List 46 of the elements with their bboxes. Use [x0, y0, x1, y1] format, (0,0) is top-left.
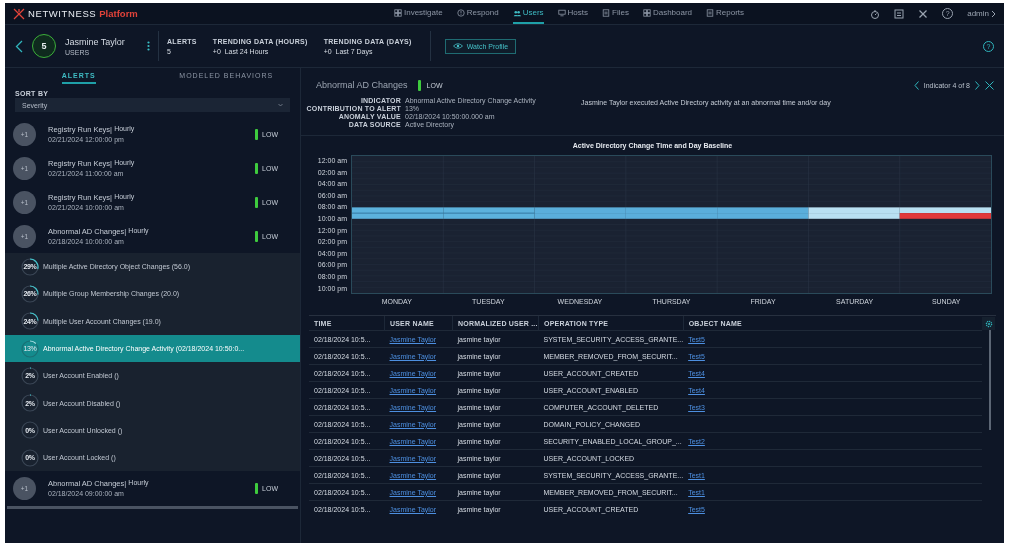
list-icon[interactable] [894, 8, 905, 19]
nav-tab[interactable]: Investigate [393, 3, 443, 24]
nav-tab[interactable]: Hosts [557, 3, 589, 24]
severity-bar [255, 230, 259, 242]
panel-title: Abnormal AD Changes [316, 80, 408, 90]
eye-icon [452, 43, 463, 49]
document-icon [706, 8, 715, 17]
alert-icon [456, 8, 465, 17]
score-badge: 5 [32, 34, 56, 58]
progress-ring [20, 338, 40, 359]
nav-tab[interactable]: Reports [706, 3, 745, 24]
grid-icon [642, 8, 651, 17]
grid-icon [393, 8, 402, 17]
severity-bar [255, 482, 259, 494]
logo-text: NETWITNESS [28, 8, 97, 19]
timer-icon[interactable] [870, 8, 881, 19]
close-icon[interactable] [985, 80, 994, 90]
user-menu[interactable]: admin [967, 9, 989, 18]
progress-ring [20, 311, 40, 332]
progress-ring [20, 420, 40, 441]
more-options-icon[interactable] [147, 41, 150, 51]
netwitness-logo-icon [13, 7, 25, 20]
nav-tab[interactable]: Files [602, 3, 629, 24]
progress-ring [20, 256, 40, 277]
severity-bar [417, 79, 421, 91]
logo-text: Platform [99, 8, 138, 19]
nav-tab[interactable]: Dashboard [642, 3, 693, 24]
users-icon [512, 8, 521, 17]
chevron-right-icon[interactable] [975, 80, 980, 90]
severity-bar [255, 162, 259, 174]
chevron-left-icon[interactable] [913, 80, 919, 90]
progress-ring [20, 283, 40, 304]
monitor-icon [557, 8, 566, 17]
progress-ring [20, 393, 40, 414]
user-name: Jasmine Taylor [65, 36, 126, 47]
settings-button[interactable] [982, 317, 995, 330]
progress-ring [20, 447, 40, 468]
nav-tab[interactable]: Respond [456, 3, 499, 24]
back-icon[interactable] [15, 39, 23, 53]
chevron-down-icon [278, 103, 283, 107]
settings-icon [984, 319, 993, 328]
progress-ring [20, 365, 40, 386]
chevron-right-icon [991, 9, 996, 18]
severity-bar [255, 128, 259, 140]
severity-bar [255, 196, 259, 208]
document-icon [602, 8, 611, 17]
